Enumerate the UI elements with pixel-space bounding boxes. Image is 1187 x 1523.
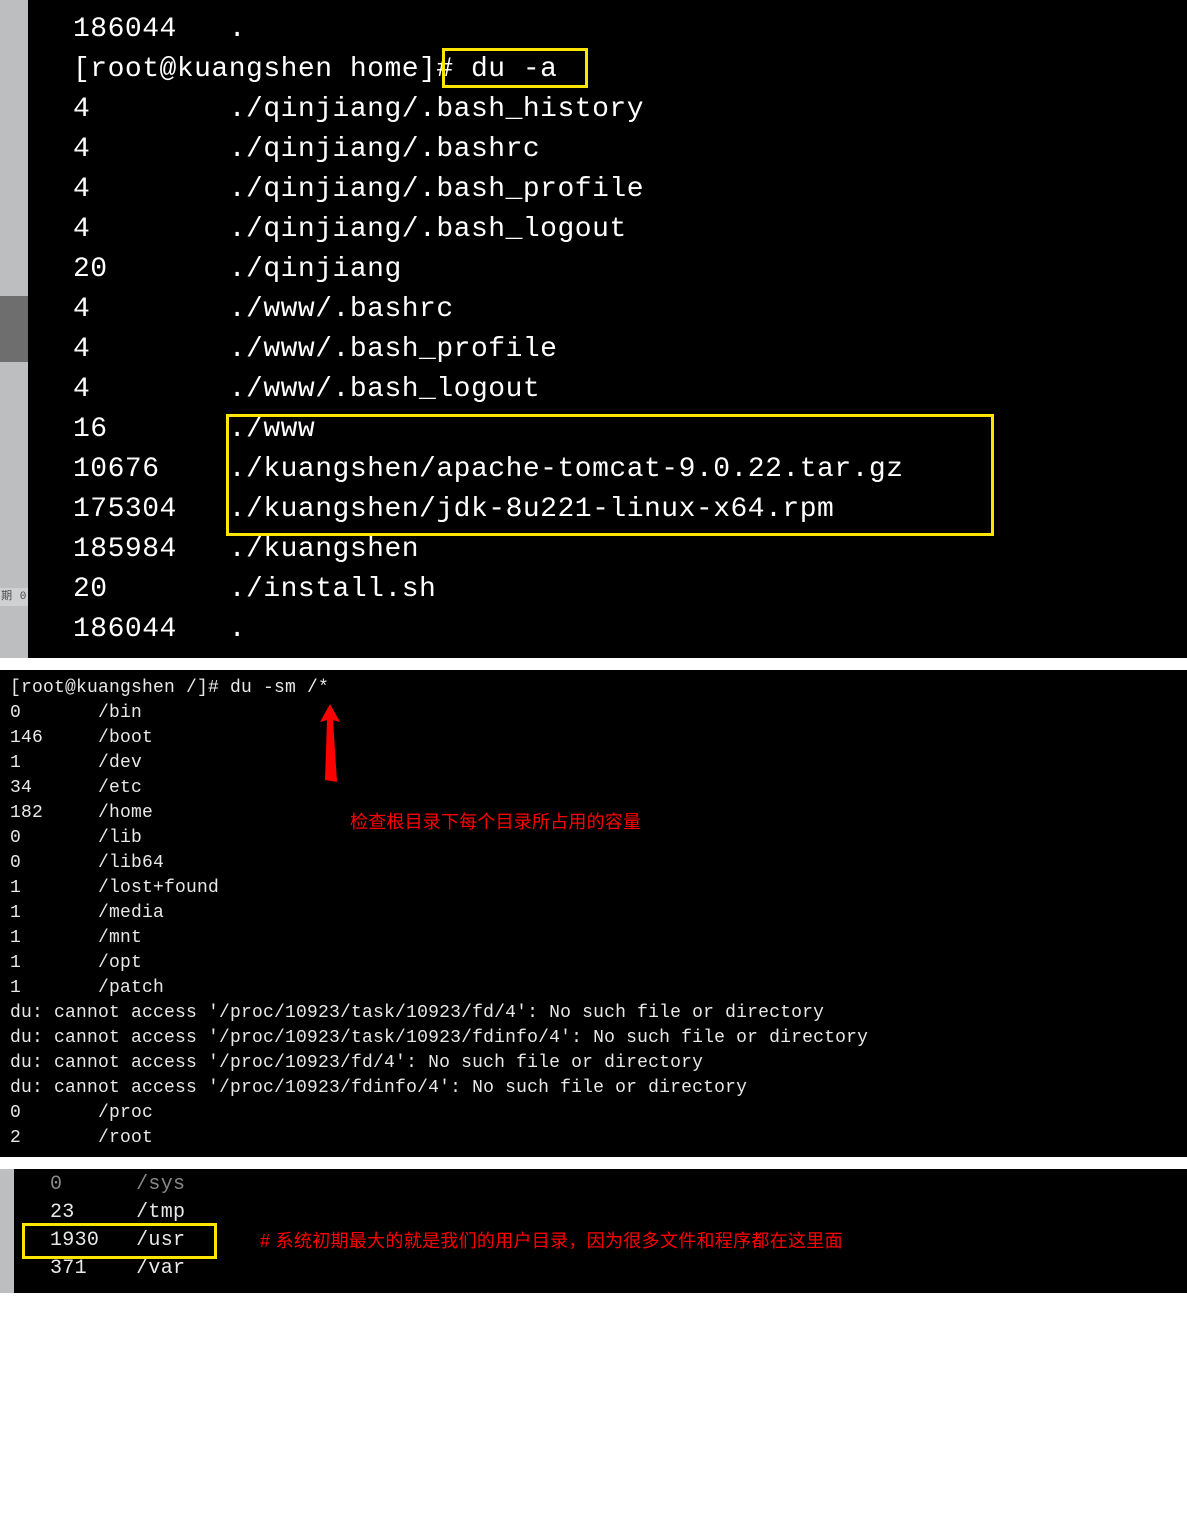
du-row: 1 /dev [10,751,1187,776]
terminal-line: 20 ./qinjiang [73,250,1187,290]
du-row: 1 /mnt [10,926,1187,951]
du-row: 1 /media [10,901,1187,926]
error-line: du: cannot access '/proc/10923/fdinfo/4'… [10,1076,1187,1101]
du-row: 1 /lost+found [10,876,1187,901]
terminal-panel-1: 期 0 186044 .[root@kuangshen home]# du -a… [0,0,1187,658]
terminal-line: 4 ./www/.bashrc [73,290,1187,330]
error-line: du: cannot access '/proc/10923/task/1092… [10,1001,1187,1026]
terminal-panel-3: 0 /sys23 /tmp1930 /usr371 /var # 系统初期最大的… [0,1169,1187,1293]
highlight-usr-row [22,1223,217,1259]
terminal-line: 185984 ./kuangshen [73,530,1187,570]
du-row: 0 /lib64 [10,851,1187,876]
sidebar-fragment: 期 0 [0,588,28,606]
terminal-line: 4 ./qinjiang/.bash_logout [73,210,1187,250]
annotation-text: 检查根目录下每个目录所占用的容量 [350,810,641,835]
du-row: 2 /root [10,1126,1187,1151]
terminal-panel-2: [root@kuangshen /]# du -sm /* 0 /bin146 … [0,670,1187,1157]
terminal-line: 186044 . [73,610,1187,650]
terminal-line: 4 ./www/.bash_logout [73,370,1187,410]
du-row: 146 /boot [10,726,1187,751]
terminal-line: 4 ./www/.bash_profile [73,330,1187,370]
du-row: 23 /tmp [50,1199,1187,1227]
terminal-line: 20 ./install.sh [73,570,1187,610]
terminal-line: [root@kuangshen home]# du -a [73,50,1187,90]
du-row: 1 /patch [10,976,1187,1001]
du-row: 0 /sys [50,1171,1187,1199]
scrollbar[interactable] [0,1169,14,1293]
du-row: 1 /opt [10,951,1187,976]
annotation-text-2: # 系统初期最大的就是我们的用户目录，因为很多文件和程序都在这里面 [260,1227,843,1255]
terminal-line: 4 ./qinjiang/.bash_history [73,90,1187,130]
error-line: du: cannot access '/proc/10923/task/1092… [10,1026,1187,1051]
terminal-line: 186044 . [73,10,1187,50]
du-row: 34 /etc [10,776,1187,801]
terminal-line: 4 ./qinjiang/.bash_profile [73,170,1187,210]
terminal-line: 4 ./qinjiang/.bashrc [73,130,1187,170]
prompt-line: [root@kuangshen /]# du -sm /* [10,676,1187,701]
du-row: 0 /bin [10,701,1187,726]
error-line: du: cannot access '/proc/10923/fd/4': No… [10,1051,1187,1076]
scrollbar[interactable] [0,0,28,658]
du-row: 371 /var [50,1255,1187,1283]
du-row: 0 /proc [10,1101,1187,1126]
highlight-command [442,48,588,88]
highlight-kuangshen-files [226,414,994,536]
